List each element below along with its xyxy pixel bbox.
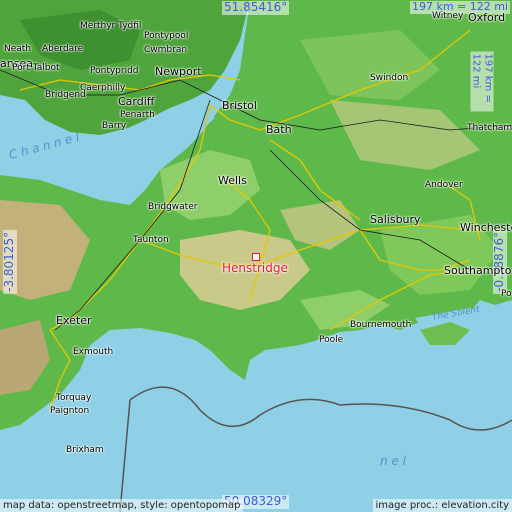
place-cwmbran: Cwmbran	[144, 45, 188, 55]
place-bridgwater: Bridgwater	[148, 202, 198, 212]
attribution-left: map data: openstreetmap, style: opentopo…	[0, 499, 244, 512]
attribution-right: image proc.: elevation.city	[372, 499, 512, 512]
place-bournemouth: Bournemouth	[350, 320, 412, 330]
place-bristol: Bristol	[222, 99, 257, 112]
place-cardiff: Cardiff	[118, 95, 155, 108]
left-longitude-label: -3.80125°	[2, 229, 17, 294]
place-penarth: Penarth	[120, 110, 155, 120]
place-port-talbot: Port Talbot	[12, 63, 60, 73]
place-newport: Newport	[155, 65, 202, 78]
place-salisbury: Salisbury	[370, 213, 421, 226]
featured-place-label[interactable]: Henstridge	[222, 261, 288, 275]
right-longitude-label: -0.38876°	[492, 229, 507, 294]
place-poole: Poole	[319, 335, 344, 345]
place-neath: Neath	[4, 44, 32, 54]
place-witney: Witney	[432, 11, 464, 21]
place-paignton: Paignton	[50, 406, 90, 416]
place-caerphilly: Caerphilly	[80, 83, 126, 93]
place-winchester: Winchester	[460, 221, 512, 234]
place-exmouth: Exmouth	[73, 347, 114, 357]
place-exeter: Exeter	[56, 314, 92, 327]
place-swindon: Swindon	[370, 73, 409, 83]
place-pontypool: Pontypool	[144, 31, 189, 41]
place-pontypridd: Pontypridd	[90, 66, 139, 76]
place-po: Po	[501, 289, 512, 299]
place-merthyr: Merthyr Tydfil	[80, 21, 142, 31]
place-andover: Andover	[425, 180, 463, 190]
place-southampton: Southampto	[444, 264, 512, 277]
place-bath: Bath	[266, 123, 292, 136]
place-wells: Wells	[218, 174, 247, 187]
place-bridgend: Bridgend	[45, 90, 86, 100]
scale-right: 197 km = 122 mi	[470, 51, 494, 112]
place-oxford: Oxford	[468, 11, 506, 24]
place-taunton: Taunton	[133, 235, 169, 245]
place-barry: Barry	[102, 121, 127, 131]
place-thatcham: Thatcham	[467, 123, 512, 133]
featured-place-marker-icon[interactable]	[252, 253, 260, 261]
place-aberdare: Aberdare	[42, 44, 84, 54]
map-canvas[interactable]: 51.85416° 50.08329° -3.80125° -0.38876° …	[0, 0, 512, 512]
place-brixham: Brixham	[66, 445, 104, 455]
top-latitude-label: 51.85416°	[222, 0, 290, 15]
place-torquay: Torquay	[56, 393, 92, 403]
channel-label-bottom: n e l	[380, 454, 406, 468]
